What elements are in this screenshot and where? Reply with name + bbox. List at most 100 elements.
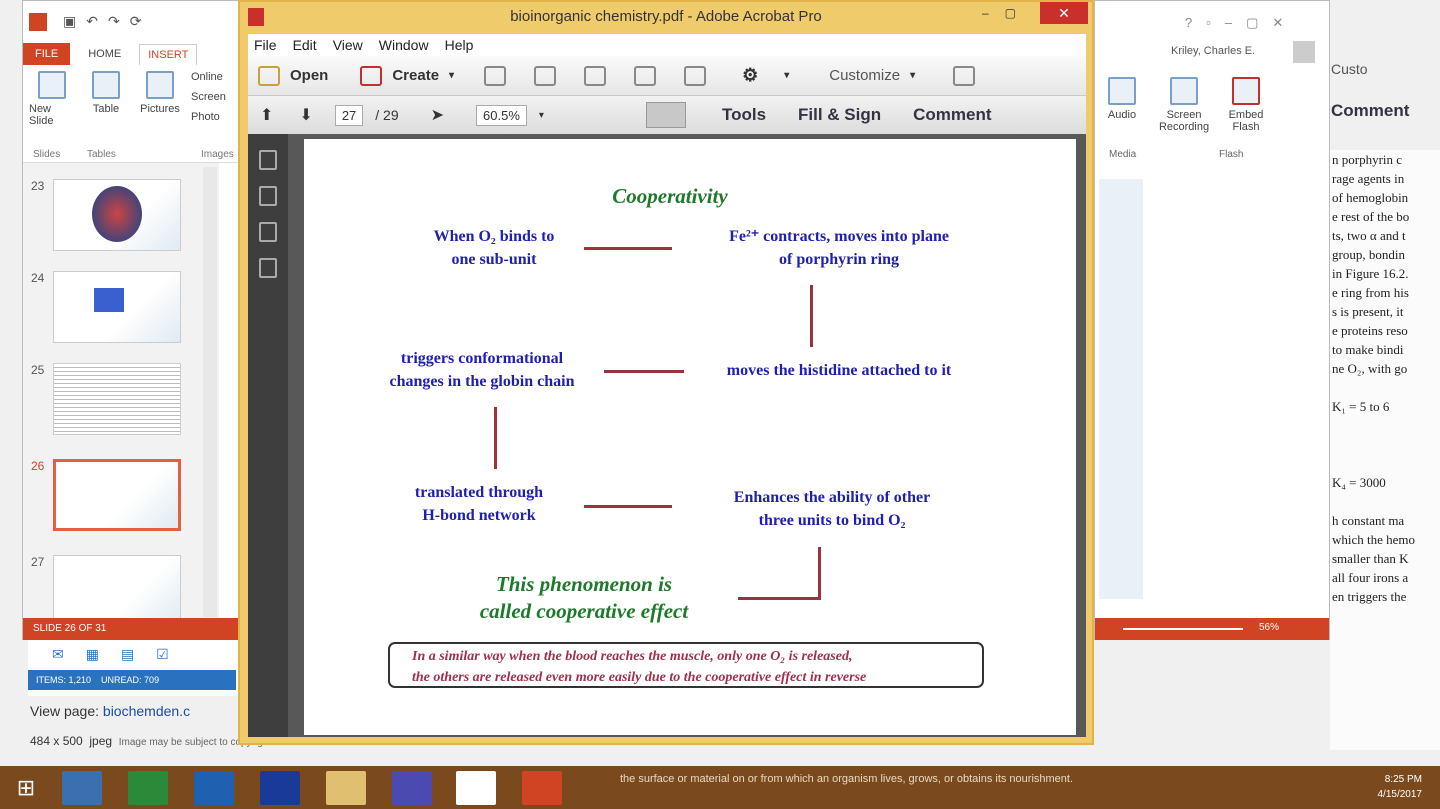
tab-file[interactable]: FILE [23, 43, 71, 65]
slide-thumb-25[interactable]: 25 [31, 363, 211, 443]
embed-flash-button[interactable]: Embed Flash [1223, 77, 1269, 133]
page-number-input[interactable]: 27 [334, 104, 364, 126]
avatar [1293, 41, 1315, 63]
close-button[interactable]: ✕ [1040, 2, 1088, 24]
document-line: e rest of the bo [1332, 209, 1410, 224]
prev-page-icon[interactable]: ⬆ [260, 105, 273, 125]
powerpoint-taskbar-icon[interactable] [522, 771, 562, 805]
create-button[interactable]: Create [392, 67, 439, 84]
arrow-1-2 [584, 247, 672, 250]
slide-thumb-23[interactable]: 23 [31, 179, 211, 259]
gear-icon[interactable]: ⚙ [742, 65, 758, 86]
chevron-down-icon[interactable]: ▾ [449, 70, 454, 81]
cloud-upload-icon[interactable] [534, 65, 557, 86]
table-button[interactable]: Table [83, 71, 129, 158]
outlook-icon[interactable] [194, 771, 234, 805]
comment-button[interactable]: Comment [1331, 101, 1409, 121]
window-controls[interactable]: ?▫–▢✕ [1185, 15, 1297, 31]
attachments-icon[interactable] [259, 258, 277, 278]
view-page-link[interactable]: View page: biochemden.c [30, 696, 240, 726]
zoom-slider[interactable] [1123, 628, 1243, 630]
slide-thumbnails: 23 24 25 26 27 [23, 163, 219, 627]
customize-button[interactable]: Customize [829, 67, 900, 84]
pictures-button[interactable]: Pictures [137, 71, 183, 158]
document-line: of hemoglobin [1332, 190, 1409, 205]
note-box: In a similar way when the blood reaches … [388, 642, 984, 688]
fill-sign-panel-button[interactable]: Fill & Sign [798, 105, 881, 125]
page-total: / 29 [375, 107, 399, 123]
step-6: Enhances the ability of other three unit… [733, 489, 931, 529]
customize-menu[interactable]: Custo [1331, 61, 1368, 77]
bookmarks-icon[interactable] [259, 186, 277, 206]
screenshot-button[interactable]: Screen [191, 91, 226, 103]
slide-title: Cooperativity [612, 184, 728, 208]
app-icon[interactable] [392, 771, 432, 805]
slides-scrollbar[interactable] [203, 167, 217, 617]
arrow-3-4 [604, 370, 684, 373]
chevron-down-icon[interactable]: ▾ [784, 70, 789, 81]
screen-recording-button[interactable]: Screen Recording [1159, 77, 1209, 133]
acrobat-taskbar-icon[interactable] [456, 771, 496, 805]
chevron-down-icon[interactable]: ▾ [910, 70, 915, 81]
background-document: n porphyrin c rage agents in of hemoglobin… [1330, 150, 1440, 750]
comment-panel-button[interactable]: Comment [913, 105, 991, 125]
document-line: K₄ = 3000 [1332, 475, 1386, 490]
store-icon[interactable] [128, 771, 168, 805]
menu-view[interactable]: View [333, 37, 363, 53]
next-page-icon[interactable]: ⬇ [299, 105, 312, 125]
expand-icon[interactable] [953, 65, 976, 86]
page-thumbnails-icon[interactable] [259, 150, 277, 170]
outlook-nav-icons[interactable]: ✉▦▤☑ [52, 646, 191, 663]
slide-thumb-24[interactable]: 24 [31, 271, 211, 351]
photo-album-button[interactable]: Photo [191, 111, 226, 123]
table-icon [92, 71, 120, 99]
signatures-icon[interactable] [259, 222, 277, 242]
zoom-dropdown-icon[interactable]: ▾ [539, 110, 544, 121]
right-status-bar: 56% [1095, 618, 1329, 640]
network-icon[interactable] [260, 771, 300, 805]
taskbar: ⊞ the surface or material on or from whi… [0, 766, 1440, 809]
tab-insert[interactable]: INSERT [139, 43, 198, 65]
group-slides: Slides [33, 149, 61, 160]
window-min-max[interactable]: –▢ [982, 6, 1032, 20]
main-toolbar: Open Create ▾ ⚙ ▾ Customize ▾ [248, 56, 1086, 96]
open-button[interactable]: Open [290, 67, 328, 84]
view-page-url[interactable]: biochemden.c [103, 703, 190, 719]
group-tables: Tables [87, 149, 116, 160]
start-icon[interactable]: ⊞ [6, 771, 46, 805]
file-explorer-icon[interactable] [326, 771, 366, 805]
ribbon-tabs: FILE HOME INSERT [23, 41, 239, 67]
step-2: Fe²⁺ contracts, moves into plane of porp… [729, 228, 949, 268]
tools-panel-button[interactable]: Tools [722, 105, 766, 125]
audio-button[interactable]: Audio [1099, 77, 1145, 133]
slide-thumb-26[interactable]: 26 [31, 459, 211, 539]
ppt-status-bar: SLIDE 26 OF 31 [23, 618, 239, 640]
qat-icons[interactable]: ▣↶↷⟳ [63, 13, 151, 30]
menu-edit[interactable]: Edit [293, 37, 317, 53]
select-cursor-icon[interactable]: ➤ [431, 105, 444, 125]
protein-structure-image [92, 186, 142, 242]
email-icon[interactable] [684, 65, 707, 86]
acrobat-title: bioinorganic chemistry.pdf - Adobe Acrob… [510, 8, 822, 25]
menu-help[interactable]: Help [445, 37, 474, 53]
new-slide-button[interactable]: New Slide [29, 71, 75, 158]
menu-window[interactable]: Window [379, 37, 429, 53]
powerpoint-window: ▣↶↷⟳ FILE HOME INSERT New Slide Table Pi… [22, 0, 240, 640]
tab-home[interactable]: HOME [88, 48, 121, 60]
step-4: triggers conformational changes in the g… [389, 350, 575, 390]
save-icon[interactable] [484, 65, 507, 86]
edit-icon[interactable] [634, 65, 657, 86]
hand-tool-icon[interactable] [645, 102, 686, 128]
document-line: group, bondin [1332, 247, 1405, 262]
menu-file[interactable]: File [254, 37, 277, 53]
zoom-input[interactable]: 60.5% [476, 104, 527, 126]
new-slide-icon [38, 71, 66, 99]
navigation-rail [248, 134, 288, 737]
print-icon[interactable] [584, 65, 607, 86]
folder-icon [258, 65, 280, 86]
powerpoint-logo-icon [29, 13, 47, 31]
document-line: e ring from his [1332, 285, 1409, 300]
online-pictures-button[interactable]: Online [191, 71, 226, 83]
ie-icon[interactable] [62, 771, 102, 805]
